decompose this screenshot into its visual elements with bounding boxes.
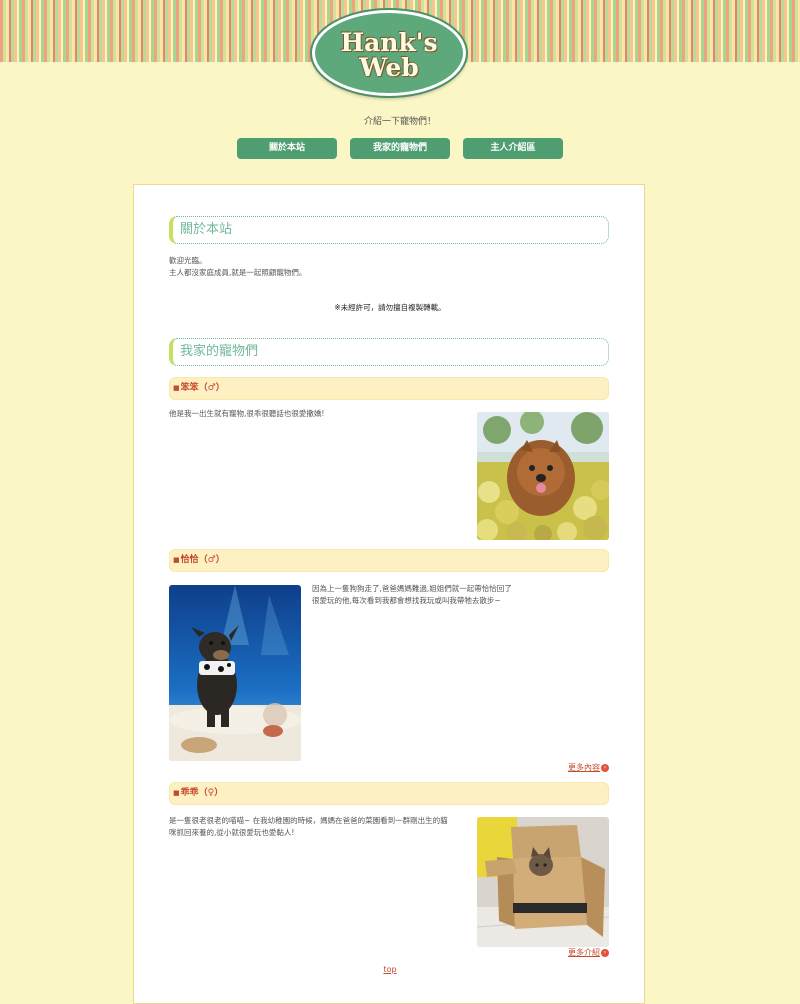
site-logo[interactable]: Hank's Web [312,10,466,96]
pet-photo-cat-in-box [477,817,609,947]
pet-gender: （♀） [198,788,224,798]
site-tagline: 介紹一下寵物們！ [363,117,436,127]
logo-line-2: Web [359,53,419,82]
back-to-top-link[interactable]: top [134,965,646,974]
pet-description-line-2: 很愛玩的他,每次看到我都會想找我玩或叫我帶牠去散步~ [312,596,501,605]
pet-name: 恰恰 [180,555,199,565]
section-heading-pets: 我家的寵物們 [169,338,609,366]
more-link-label: 更多內容 [568,763,600,772]
more-link-guaiguai[interactable]: 更多介紹 › [568,947,609,958]
pet-name: 乖乖 [180,788,199,798]
more-link-label: 更多介紹 [568,948,600,957]
about-text: 歡迎光臨。 主人都沒家庭成員,就是一起照顧寵物們。 [169,255,306,279]
pet-gender: （♂） [198,555,225,565]
bullet-icon: ■ [173,384,180,392]
main-nav: 關於本站 我家的寵物們 主人介紹區 [237,138,563,159]
pet-title-chiachia: ■恰恰（♂） [169,549,609,572]
more-link-chiachia[interactable]: 更多內容 › [568,762,609,773]
about-line-2: 主人都沒家庭成員,就是一起照顧寵物們。 [169,268,307,277]
nav-button-owner[interactable]: 主人介紹區 [463,138,563,159]
nav-button-pets[interactable]: 我家的寵物們 [350,138,450,159]
bullet-icon: ■ [173,556,180,564]
pet-photo-pomeranian [477,412,609,540]
pet-title-benben: ■笨笨（♂） [169,377,609,400]
pet-description: 他是我一出生就有寵物,很乖很聽話也很愛撒嬌! [169,409,325,418]
bullet-icon: ■ [173,789,180,797]
section-heading-about: 關於本站 [169,216,609,244]
pet-title-guaiguai: ■乖乖（♀） [169,782,609,805]
pet-description-line-1: 因為上一隻狗狗走了,爸爸媽媽難過,姐姐們就一起帶恰恰回了 [312,584,512,593]
pet-description-line-2: 咪抓回來養的,從小就很愛玩也愛黏人! [169,828,295,837]
pet-photo-black-dog [169,585,301,761]
pet-description: 因為上一隻狗狗走了,爸爸媽媽難過,姐姐們就一起帶恰恰回了 很愛玩的他,每次看到我… [312,583,612,607]
pet-gender: （♂） [198,383,225,393]
pet-description: 是一隻很老很老的喵喵~ 在我幼稚園的時候，媽媽在爸爸的菜園看到一群剛出生的貓 咪… [169,815,469,839]
nav-button-about[interactable]: 關於本站 [237,138,337,159]
arrow-right-icon: › [601,948,609,957]
copyright-notice: ※未經許可，請勿擅自複製轉載。 [334,303,446,312]
pet-description-line-1: 是一隻很老很老的喵喵~ 在我幼稚園的時候，媽媽在爸爸的菜園看到一群剛出生的貓 [169,816,448,825]
about-line-1: 歡迎光臨。 [169,256,207,265]
main-content: 關於本站 歡迎光臨。 主人都沒家庭成員,就是一起照顧寵物們。 ※未經許可，請勿擅… [133,184,645,1004]
pet-name: 笨笨 [180,383,199,393]
logo-line-1: Hank's [340,28,438,57]
arrow-right-icon: › [601,763,609,772]
